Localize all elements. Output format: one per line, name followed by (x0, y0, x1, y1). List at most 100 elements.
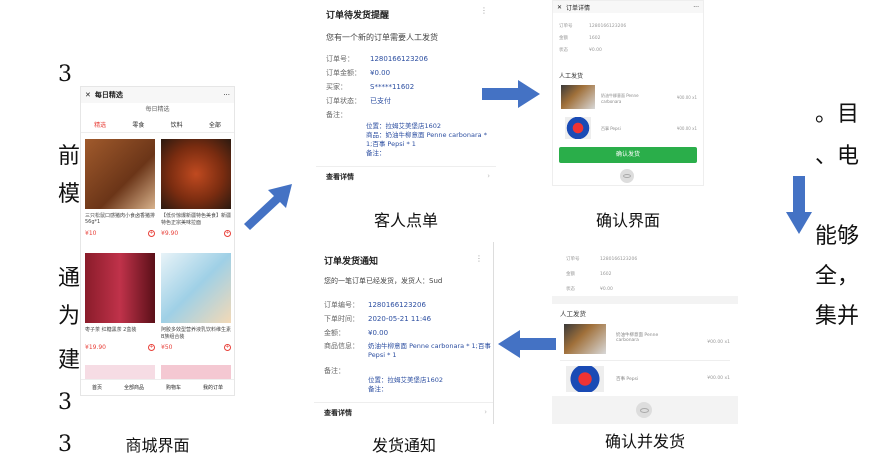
tab-snacks[interactable]: 零食 (132, 120, 144, 129)
mall-titlebar: ✕ 每日精选 ··· (81, 87, 234, 103)
left-frag: 通 (58, 266, 81, 291)
caption-confirm-ship: 确认并发货 (604, 432, 685, 451)
product-image-partial (85, 365, 155, 379)
tab-drinks[interactable]: 饮料 (171, 120, 183, 129)
caption-confirm: 确认界面 (595, 211, 660, 230)
nav-cart[interactable]: 购物车 (166, 384, 181, 391)
order-row: 买家： S*****11602 (326, 83, 415, 91)
product-name: 枣子茶 红糖黑茶 2盒装 (85, 327, 137, 333)
left-frag: 模 (58, 182, 81, 207)
notify-row: 商品信息： 奶油牛柳意面 Penne carbonara * 1;百事 Pepsi… (324, 342, 491, 359)
confirm-ship-button[interactable]: 确认发货 (559, 147, 697, 163)
order-more-link[interactable]: 查看详情 (326, 172, 354, 182)
right-frag: 全， (815, 264, 860, 289)
notify-intro: 您的一笔订单已经发货，发货人：Sud (324, 277, 443, 285)
product-name: 【低价惊爆新疆特色美食】新疆特色正宗美味拉面 (161, 213, 231, 226)
order-title: 订单待发货提醒 (326, 11, 390, 21)
confirm-fields: 订单号 1280166123206 金额 1602 状态 ¥0.00 (559, 24, 627, 53)
ship-fields: 订单号 1280166123206 金额 1602 状态 ¥0.00 (566, 257, 638, 292)
product-price: ¥10 (85, 230, 97, 237)
divider (316, 166, 496, 167)
confirm-title: 订单详情 (566, 4, 591, 12)
notify-address: 位置：拉姆艾美堡店1602 (368, 376, 444, 384)
notify-title: 订单发货通知 (324, 257, 379, 267)
nav-home[interactable]: 首页 (92, 384, 102, 391)
notify-remark: 备注： (368, 385, 388, 393)
order-screenshot: 订单待发货提醒 ⋮ 您有一个新的订单需要人工发货 订单号： 12801661232… (316, 0, 496, 190)
arrow-mall-to-order (244, 184, 292, 230)
more-vertical-icon[interactable]: ⋮ (475, 254, 483, 263)
notify-row: 下单时间： 2020-05-21 11:46 (324, 315, 432, 323)
product-image (85, 139, 155, 209)
close-icon[interactable]: ✕ (85, 91, 91, 99)
add-cart-icon[interactable]: + (224, 344, 231, 351)
right-frag: 、电 (815, 144, 860, 169)
notify-details: 位置：拉姆艾美堡店1602 备注： (368, 376, 443, 394)
item-image-pasta (561, 85, 595, 109)
tab-featured[interactable]: 精选 (94, 120, 106, 129)
product-name: 阿胶多效型营养液乳饮料维生素B族组合装 (161, 327, 231, 340)
notify-row: 备注： (324, 367, 345, 375)
order-intro: 您有一个新的订单需要人工发货 (326, 33, 438, 42)
more-icon[interactable]: ··· (693, 4, 699, 11)
more-vertical-icon[interactable]: ⋮ (480, 6, 488, 15)
nav-my-orders[interactable]: 我的订单 (203, 384, 223, 391)
right-frag: 能够 (815, 224, 860, 249)
product-card[interactable]: 三只松鼠口感猪肉小食卤香猪排56g*1 ¥10 + (85, 139, 155, 247)
order-goods: 商品：奶油牛柳意面 Penne carbonara * 1;百事 Pepsi *… (366, 131, 487, 148)
confirm-titlebar: ✕ 订单详情 ··· (553, 1, 703, 13)
product-card[interactable]: 枣子茶 红糖黑茶 2盒装 ¥19.90 + (85, 253, 155, 361)
item-image-pepsi (565, 117, 591, 139)
chevron-right-icon: › (487, 172, 490, 180)
product-name: 三只松鼠口感猪肉小食卤香猪排56g*1 (85, 213, 155, 225)
item-image-pasta (564, 324, 606, 354)
order-row: 订单号： 1280166123206 (326, 55, 428, 63)
arrow-order-to-confirm (482, 80, 540, 108)
left-frag: 3 (58, 62, 72, 87)
notify-row: 订单编号： 1280166123206 (324, 301, 426, 309)
section-gap (552, 296, 738, 304)
left-frag: 3 (58, 432, 72, 457)
left-frag: 前 (58, 144, 81, 169)
divider (314, 402, 493, 403)
item-name: 百事 Pepsi (616, 377, 639, 382)
chevron-right-icon: › (484, 408, 487, 416)
product-image (161, 253, 231, 323)
product-grid: 三只松鼠口感猪肉小食卤香猪排56g*1 ¥10 + 【低价惊爆新疆特色美食】新疆… (81, 133, 234, 379)
mall-title: 每日精选 (94, 91, 123, 99)
right-frag: 集并 (815, 304, 860, 329)
notify-more-link[interactable]: 查看详情 (324, 408, 352, 418)
add-cart-icon[interactable]: + (148, 344, 155, 351)
product-image (85, 253, 155, 323)
order-details: 位置：拉姆艾美堡店1602 商品：奶油牛柳意面 Penne carbonara … (366, 122, 494, 158)
item-price: ¥00.00 x1 (676, 95, 697, 100)
item-price: ¥00.00 x1 (676, 126, 697, 131)
item-price: ¥00.00 x1 (707, 340, 730, 345)
divider (560, 360, 730, 361)
product-card[interactable]: 阿胶多效型营养液乳饮料维生素B族组合装 ¥50 + (161, 253, 231, 361)
order-remark: 备注： (366, 149, 386, 157)
mall-bottom-nav: 首页 全部商品 购物车 我的订单 (81, 379, 234, 395)
more-icon[interactable]: ··· (223, 91, 230, 99)
mall-screenshot: ✕ 每日精选 ··· 每日精选 精选 零食 饮料 全部 三只松鼠口感猪肉小食卤香… (80, 86, 235, 396)
close-icon[interactable]: ✕ (557, 4, 562, 11)
nav-all-products[interactable]: 全部商品 (124, 384, 144, 391)
order-row: 订单状态： 已支付 (326, 97, 391, 105)
product-card[interactable]: 【低价惊爆新疆特色美食】新疆特色正宗美味拉面 ¥9.90 + (161, 139, 231, 247)
right-frag: 。目 (815, 102, 860, 127)
item-price: ¥00.00 x1 (707, 376, 730, 381)
arrow-confirm-to-ship (786, 176, 812, 234)
mall-tabs: 精选 零食 饮料 全部 (81, 117, 234, 133)
product-price: ¥50 (161, 344, 173, 351)
arrow-ship-to-notify (498, 330, 556, 358)
add-cart-icon[interactable]: + (148, 230, 155, 237)
notify-screenshot: 订单发货通知 ⋮ 您的一笔订单已经发货，发货人：Sud 订单编号： 1280166… (314, 242, 494, 424)
confirm-section-title: 人工发货 (559, 73, 584, 80)
brand-icon (620, 169, 634, 183)
add-cart-icon[interactable]: + (224, 230, 231, 237)
ship-section-title: 人工发货 (560, 310, 586, 318)
product-price: ¥19.90 (85, 344, 106, 351)
caption-order: 客人点单 (373, 211, 438, 230)
tab-all[interactable]: 全部 (209, 120, 221, 129)
product-image-partial (161, 365, 231, 379)
